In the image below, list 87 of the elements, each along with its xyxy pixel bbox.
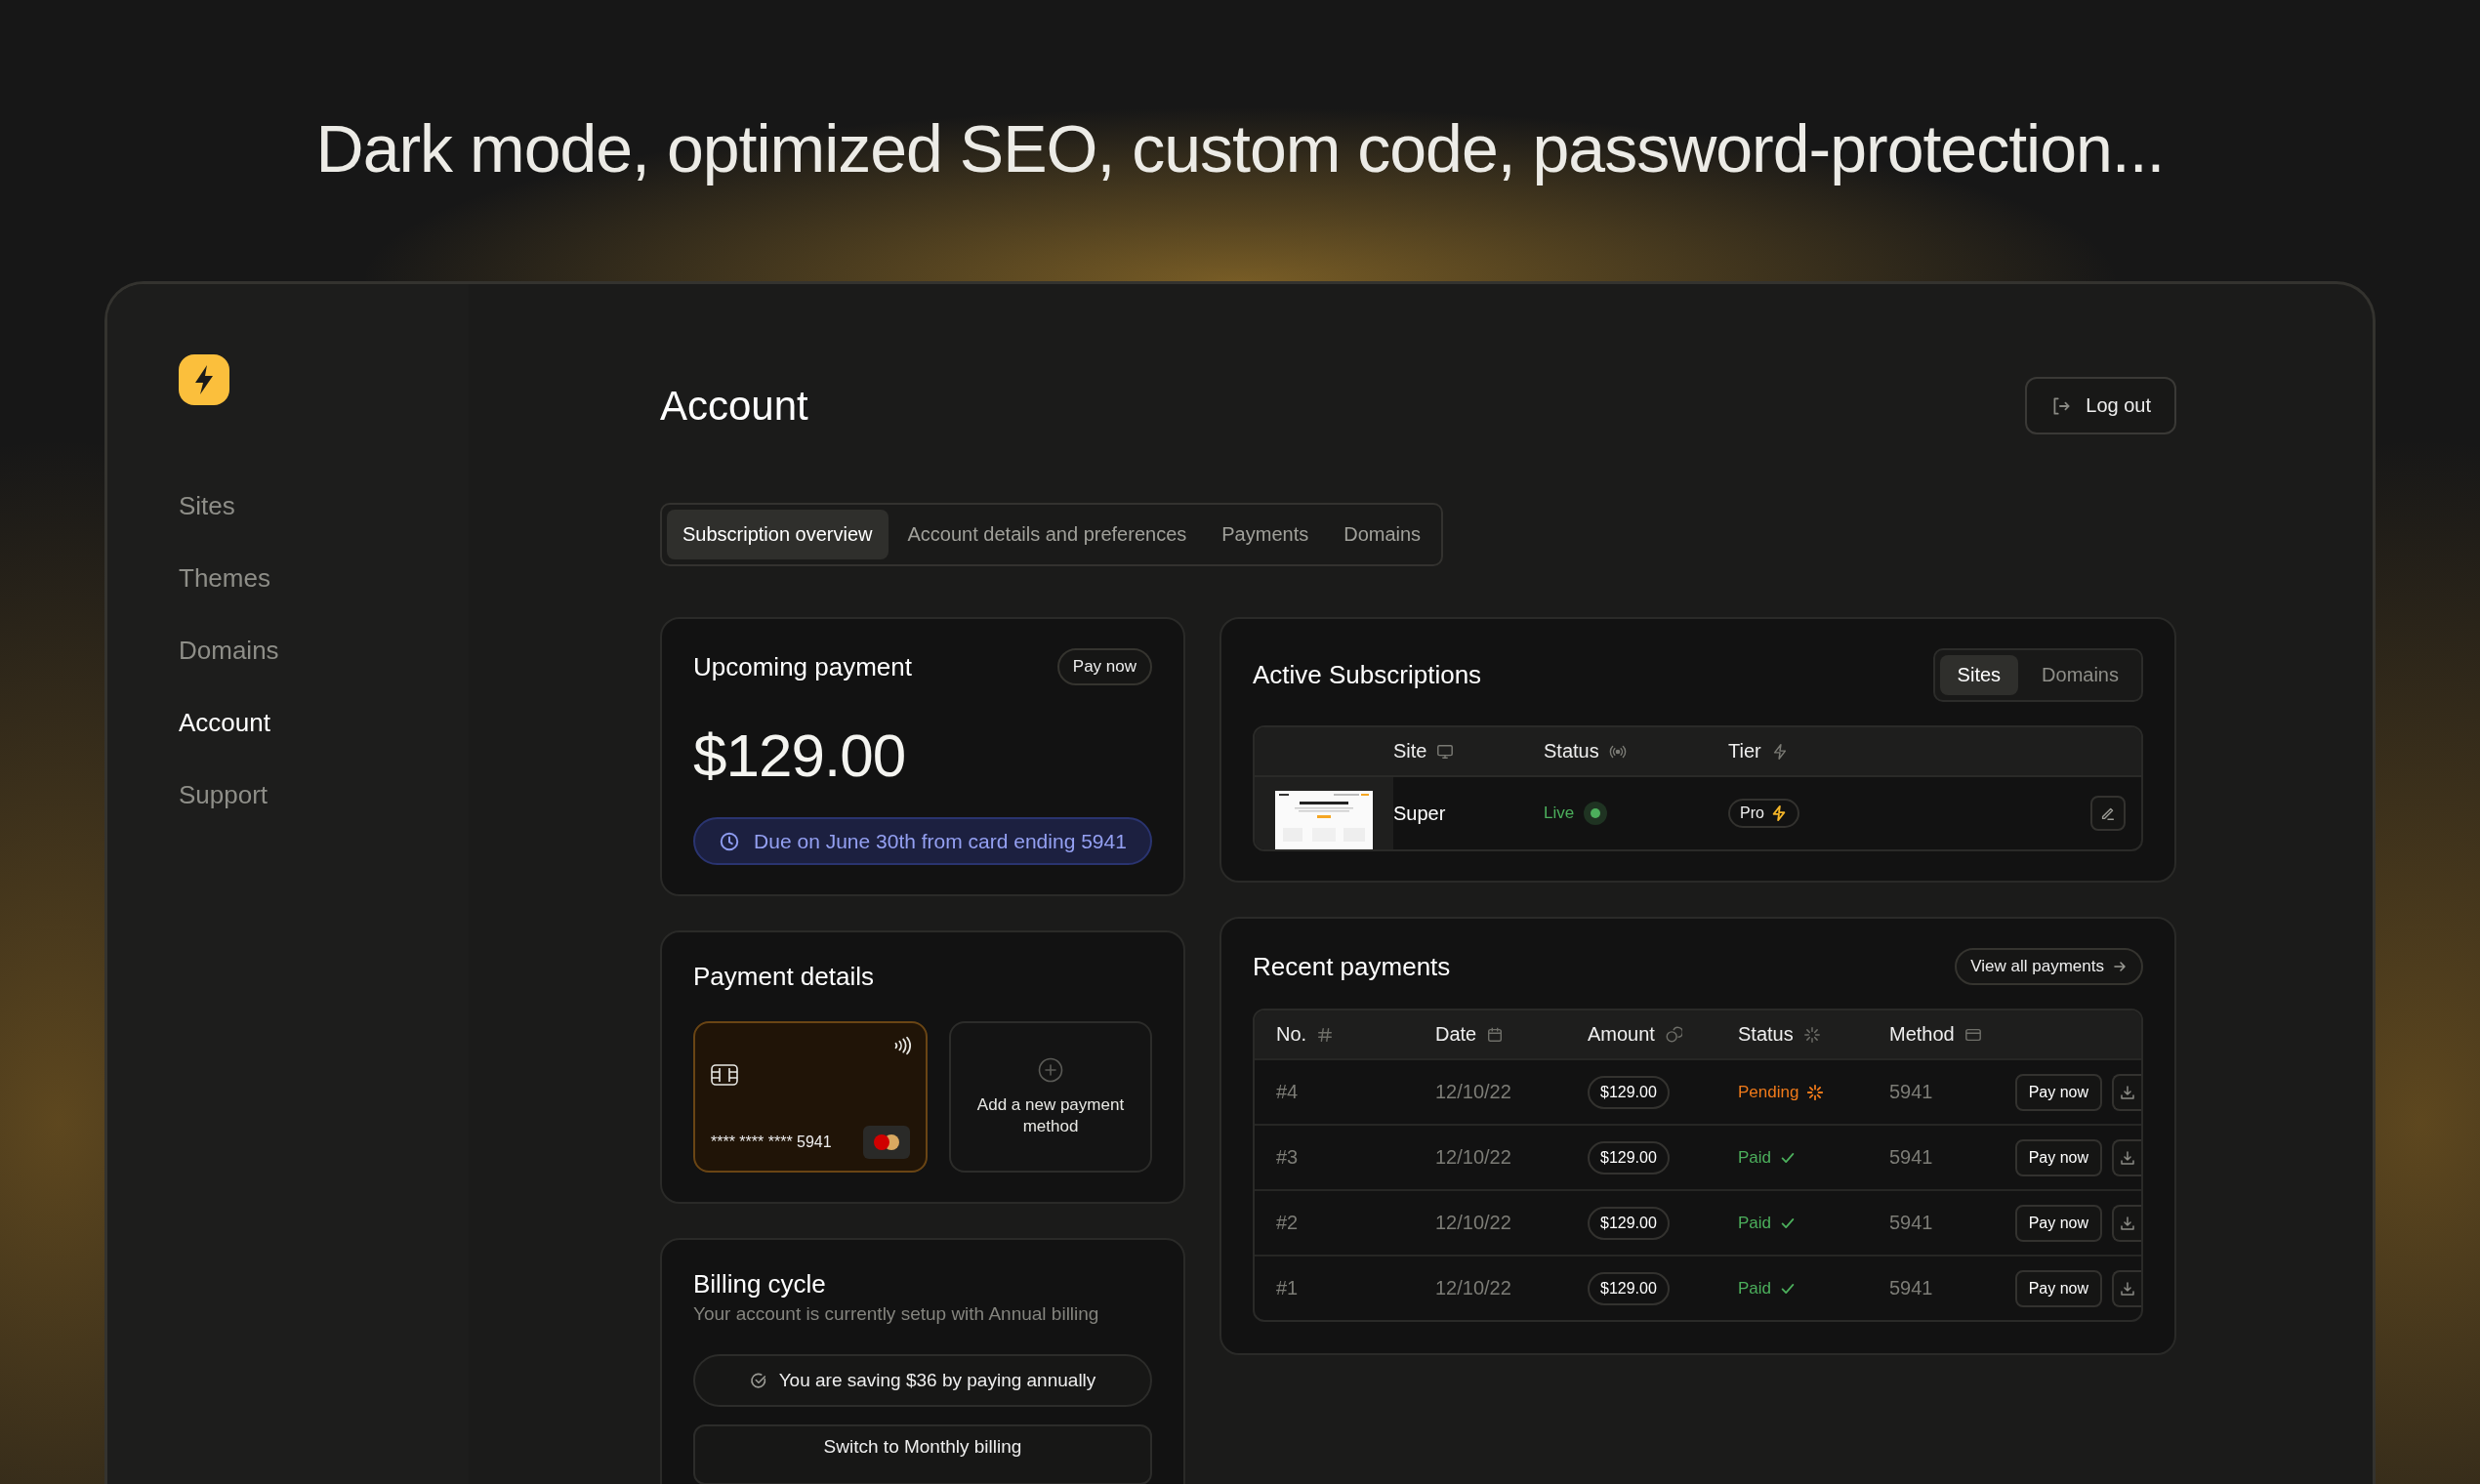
download-icon xyxy=(2120,1149,2135,1166)
download-button[interactable] xyxy=(2112,1073,2141,1111)
status-label: Pending xyxy=(1738,1082,1799,1102)
pay-now-button[interactable]: Pay now xyxy=(2014,1204,2102,1242)
column-header: Site xyxy=(1393,740,1427,763)
download-button[interactable] xyxy=(2112,1204,2141,1242)
card-title: Upcoming payment xyxy=(693,651,912,682)
download-icon xyxy=(2120,1280,2135,1297)
status-label: Live xyxy=(1544,804,1575,823)
lightning-logo-icon xyxy=(179,354,229,405)
tab[interactable]: Subscription overview xyxy=(667,510,889,559)
segment-tab[interactable]: Sites xyxy=(1939,655,2019,695)
column-header: No. xyxy=(1276,1023,1307,1046)
amount: $129.00 xyxy=(693,721,907,790)
page-title: Account xyxy=(660,382,808,430)
pay-now-button[interactable]: Pay now xyxy=(2014,1073,2102,1111)
plus-icon xyxy=(1038,1056,1063,1083)
payment-method: 5941 xyxy=(1889,1212,1934,1234)
sidebar-item[interactable]: Account xyxy=(179,706,469,739)
chip-icon xyxy=(711,1064,738,1086)
column-header: Method xyxy=(1889,1023,1955,1046)
payment-method: 5941 xyxy=(1889,1146,1934,1169)
column-header: Date xyxy=(1435,1023,1477,1046)
coins-icon xyxy=(1664,1025,1682,1044)
sidebar-item[interactable]: Domains xyxy=(179,634,469,667)
headline: Dark mode, optimized SEO, custom code, password-protection... xyxy=(315,110,2165,187)
status-label: Paid xyxy=(1738,1147,1772,1168)
payment-number: #3 xyxy=(1276,1146,1300,1169)
payment-method: 5941 xyxy=(1889,1081,1934,1103)
card-number: **** **** **** 5941 xyxy=(711,1134,832,1151)
payment-date: 12/10/22 xyxy=(1435,1277,1512,1299)
amount-badge: $129.00 xyxy=(1588,1206,1670,1240)
download-icon xyxy=(2120,1084,2135,1100)
calendar-icon xyxy=(1486,1025,1505,1044)
payment-date: 12/10/22 xyxy=(1435,1081,1512,1103)
monitor-icon xyxy=(1436,742,1455,761)
pay-now-button[interactable]: Pay now xyxy=(1056,648,1152,685)
payment-number: #2 xyxy=(1276,1212,1300,1234)
arrow-right-icon xyxy=(2112,959,2128,974)
check-circle-icon xyxy=(749,1372,767,1389)
sidebar-item[interactable]: Themes xyxy=(179,561,469,595)
amount-badge: $129.00 xyxy=(1588,1271,1670,1305)
card-title: Payment details xyxy=(693,962,875,992)
segment-tab[interactable]: Domains xyxy=(2024,655,2136,695)
status-label: Paid xyxy=(1738,1213,1772,1233)
payment-date: 12/10/22 xyxy=(1435,1146,1512,1169)
saving-text: You are saving $36 by paying annually xyxy=(778,1370,1096,1391)
tier-badge: Pro xyxy=(1728,799,1799,828)
loader-icon xyxy=(1806,1083,1825,1101)
switch-billing-button[interactable]: Switch to Monthly billing xyxy=(693,1424,1152,1484)
column-header: Status xyxy=(1738,1023,1794,1046)
card-brand-logo-icon xyxy=(863,1126,910,1159)
card-title: Recent payments xyxy=(1253,951,1451,982)
tab[interactable]: Domains xyxy=(1328,510,1437,559)
sidebar-item[interactable]: Sites xyxy=(179,489,469,522)
clock-icon xyxy=(719,830,741,852)
column-header: Tier xyxy=(1728,740,1761,763)
due-text: Due on June 30th from card ending 5941 xyxy=(754,829,1127,853)
tab[interactable]: Account details and preferences xyxy=(891,510,1203,559)
payment-number: #1 xyxy=(1276,1277,1300,1299)
loader-icon xyxy=(1802,1025,1821,1044)
card-title: Billing cycle xyxy=(693,1269,827,1299)
column-header: Amount xyxy=(1588,1023,1655,1046)
download-button[interactable] xyxy=(2112,1269,2141,1307)
live-dot-icon xyxy=(1584,802,1608,825)
pay-now-button[interactable]: Pay now xyxy=(2014,1138,2102,1176)
credit-card[interactable]: **** **** **** 5941 xyxy=(693,1021,928,1173)
card-title: Active Subscriptions xyxy=(1253,660,1482,690)
site-name: Super xyxy=(1393,801,1447,826)
payment-method: 5941 xyxy=(1889,1277,1934,1299)
download-button[interactable] xyxy=(2112,1138,2141,1176)
payment-number: #4 xyxy=(1276,1081,1300,1103)
view-all-payments-button[interactable]: View all payments xyxy=(1955,948,2143,985)
pay-now-button[interactable]: Pay now xyxy=(2014,1269,2102,1307)
column-header: Status xyxy=(1544,740,1599,763)
status-label: Paid xyxy=(1738,1278,1772,1298)
add-payment-method-button[interactable]: Add a new payment method xyxy=(949,1021,1152,1173)
amount-badge: $129.00 xyxy=(1588,1140,1670,1175)
billing-subtitle: Your account is currently setup with Annual billing xyxy=(693,1303,1100,1325)
amount-badge: $129.00 xyxy=(1588,1075,1670,1109)
tab[interactable]: Payments xyxy=(1206,510,1325,559)
download-icon xyxy=(2120,1215,2135,1231)
sidebar-item[interactable]: Support xyxy=(179,778,469,811)
logout-button[interactable]: Log out xyxy=(2025,377,2176,434)
edit-button[interactable] xyxy=(2090,796,2126,831)
payment-date: 12/10/22 xyxy=(1435,1212,1512,1234)
hash-icon xyxy=(1316,1025,1335,1044)
